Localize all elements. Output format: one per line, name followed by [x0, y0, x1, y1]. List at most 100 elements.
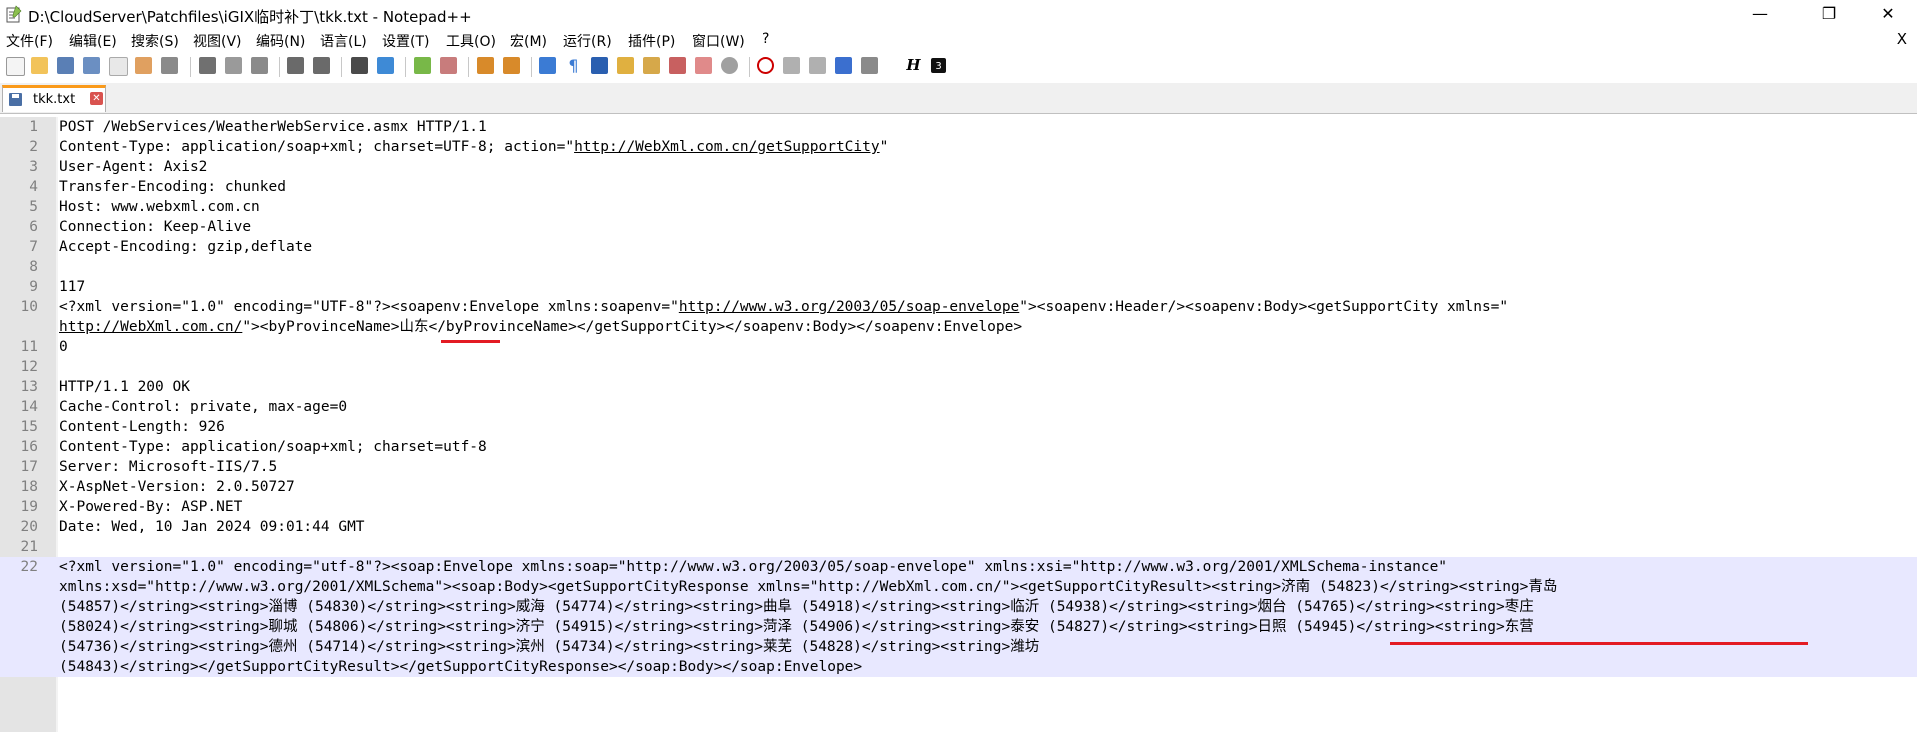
menu-bar: 文件(F) 编辑(E) 搜索(S) 视图(V) 编码(N) 语言(L) 设置(T… [0, 29, 1917, 51]
editor-line[interactable]: 6 Connection: Keep-Alive [0, 217, 1917, 237]
redo-icon[interactable] [313, 57, 330, 74]
editor-line[interactable]: 8 [0, 257, 1917, 277]
paste-icon[interactable] [251, 57, 268, 74]
print-icon[interactable] [161, 57, 178, 74]
menu-run[interactable]: 运行(R) [563, 31, 612, 51]
menu-macro[interactable]: 宏(M) [510, 31, 547, 51]
tab-close-button[interactable]: ✕ [90, 92, 103, 105]
line-text: Server: Microsoft-IIS/7.5 [59, 459, 278, 475]
line-number: 17 [20, 459, 38, 475]
doc-map-icon[interactable] [617, 57, 634, 74]
menu-settings[interactable]: 设置(T) [382, 31, 429, 51]
text-direction-icon[interactable]: H [905, 57, 922, 74]
save-all-icon[interactable] [83, 57, 100, 74]
line-number: 15 [20, 419, 38, 435]
editor-line[interactable]: 17 Server: Microsoft-IIS/7.5 [0, 457, 1917, 477]
editor[interactable]: 1 POST /WebServices/WeatherWebService.asm… [0, 117, 1917, 732]
editor-line[interactable]: 7 Accept-Encoding: gzip,deflate [0, 237, 1917, 257]
editor-line[interactable]: 2 Content-Type: application/soap+xml; cha… [0, 137, 1917, 157]
editor-line[interactable]: 3 User-Agent: Axis2 [0, 157, 1917, 177]
menu-view[interactable]: 视图(V) [193, 31, 242, 51]
show-all-chars-icon[interactable]: ¶ [565, 57, 582, 74]
indent-guide-icon[interactable] [591, 57, 608, 74]
line-number: 10 [20, 299, 38, 315]
line-text-segment: " [879, 139, 889, 155]
editor-line[interactable]: 15 Content-Length: 926 [0, 417, 1917, 437]
function-list-icon[interactable] [643, 57, 660, 74]
window-title: D:\CloudServer\Patchfiles\iGIX临时补丁\tkk.t… [28, 8, 472, 26]
monitoring-icon[interactable] [695, 57, 712, 74]
play-macro-icon[interactable] [809, 57, 826, 74]
url-link[interactable]: http://WebXml.com.cn/getSupportCity [574, 139, 880, 155]
cut-icon[interactable] [199, 57, 216, 74]
close-document-button[interactable]: X [1897, 30, 1907, 48]
editor-line[interactable]: (58024)</string><string>聊城 (54806)</stri… [0, 617, 1917, 637]
zoom-in-icon[interactable] [414, 57, 431, 74]
menu-search[interactable]: 搜索(S) [131, 31, 179, 51]
editor-line[interactable]: 18 X-AspNet-Version: 2.0.50727 [0, 477, 1917, 497]
menu-tools[interactable]: 工具(O) [446, 31, 496, 51]
save-macro-icon[interactable] [861, 57, 878, 74]
editor-line[interactable]: 22 <?xml version="1.0" encoding="utf-8"?>… [0, 557, 1917, 577]
sync-h-icon[interactable] [503, 57, 520, 74]
editor-line[interactable]: (54736)</string><string>德州 (54714)</stri… [0, 637, 1917, 657]
zoom-out-icon[interactable] [440, 57, 457, 74]
close-all-icon[interactable] [135, 57, 152, 74]
menu-file[interactable]: 文件(F) [6, 31, 53, 51]
sync-v-icon[interactable] [477, 57, 494, 74]
editor-line[interactable]: 9 117 [0, 277, 1917, 297]
maximize-button[interactable]: ❐ [1806, 0, 1852, 28]
line-text: POST /WebServices/WeatherWebService.asmx… [59, 119, 487, 135]
url-link[interactable]: http://www.w3.org/2003/05/soap-envelope [679, 299, 1019, 315]
menu-plugins[interactable]: 插件(P) [628, 31, 675, 51]
replace-icon[interactable] [377, 57, 394, 74]
editor-line[interactable]: 5 Host: www.webxml.com.cn [0, 197, 1917, 217]
menu-help[interactable]: ? [762, 31, 769, 47]
find-icon[interactable] [351, 57, 368, 74]
line-text: Date: Wed, 10 Jan 2024 09:01:44 GMT [59, 519, 365, 535]
editor-line[interactable]: 16 Content-Type: application/soap+xml; ch… [0, 437, 1917, 457]
new-file-icon[interactable] [6, 57, 25, 76]
close-icon[interactable] [109, 57, 128, 76]
run-macro-multiple-icon[interactable] [835, 57, 852, 74]
editor-line[interactable]: (54857)</string><string>淄博 (54830)</stri… [0, 597, 1917, 617]
editor-line[interactable]: (54843)</string></getSupportCityResult><… [0, 657, 1917, 677]
menu-language[interactable]: 语言(L) [320, 31, 367, 51]
close-window-button[interactable]: ✕ [1865, 0, 1911, 28]
toolbar-separator [749, 57, 750, 77]
url-link[interactable]: http://WebXml.com.cn/ [59, 319, 242, 335]
line-number: 16 [20, 439, 38, 455]
menu-encoding[interactable]: 编码(N) [256, 31, 305, 51]
open-file-icon[interactable] [31, 57, 48, 74]
editor-line[interactable]: 1 POST /WebServices/WeatherWebService.asm… [0, 117, 1917, 137]
menu-window[interactable]: 窗口(W) [692, 31, 745, 51]
editor-line[interactable]: 21 [0, 537, 1917, 557]
undo-icon[interactable] [287, 57, 304, 74]
editor-line[interactable]: xmlns:xsd="http://www.w3.org/2001/XMLSch… [0, 577, 1917, 597]
monitoring-eye-icon[interactable] [721, 57, 738, 74]
editor-line[interactable]: 14 Cache-Control: private, max-age=0 [0, 397, 1917, 417]
editor-line[interactable]: 10 <?xml version="1.0" encoding="UTF-8"?>… [0, 297, 1917, 317]
folder-workspace-icon[interactable] [669, 57, 686, 74]
stop-macro-icon[interactable] [783, 57, 800, 74]
editor-line[interactable]: http://WebXml.com.cn/"><byProvinceName>山… [0, 317, 1917, 337]
editor-line[interactable]: 13 HTTP/1.1 200 OK [0, 377, 1917, 397]
tab-tkk-txt[interactable]: tkk.txt ✕ [2, 85, 106, 112]
line-text: Content-Length: 926 [59, 419, 225, 435]
editor-line[interactable]: 19 X-Powered-By: ASP.NET [0, 497, 1917, 517]
editor-line[interactable]: 20 Date: Wed, 10 Jan 2024 09:01:44 GMT [0, 517, 1917, 537]
word-wrap-icon[interactable] [539, 57, 556, 74]
line-text-segment: "><byProvinceName>山东</byProvinceName></g… [242, 319, 1023, 335]
editor-line[interactable]: 4 Transfer-Encoding: chunked [0, 177, 1917, 197]
copy-icon[interactable] [225, 57, 242, 74]
line-text: <?xml version="1.0" encoding="utf-8"?><s… [59, 559, 1448, 575]
editor-line[interactable]: 12 [0, 357, 1917, 377]
line-text-segment: <?xml version="1.0" encoding="UTF-8"?><s… [59, 299, 679, 315]
editor-text[interactable]: 1 POST /WebServices/WeatherWebService.asm… [0, 117, 1917, 677]
minimize-button[interactable]: — [1737, 0, 1783, 28]
record-macro-icon[interactable] [757, 57, 774, 74]
save-icon[interactable] [57, 57, 74, 74]
editor-line[interactable]: 11 0 [0, 337, 1917, 357]
menu-edit[interactable]: 编辑(E) [69, 31, 117, 51]
cmd-icon[interactable]: 3 [931, 58, 946, 73]
